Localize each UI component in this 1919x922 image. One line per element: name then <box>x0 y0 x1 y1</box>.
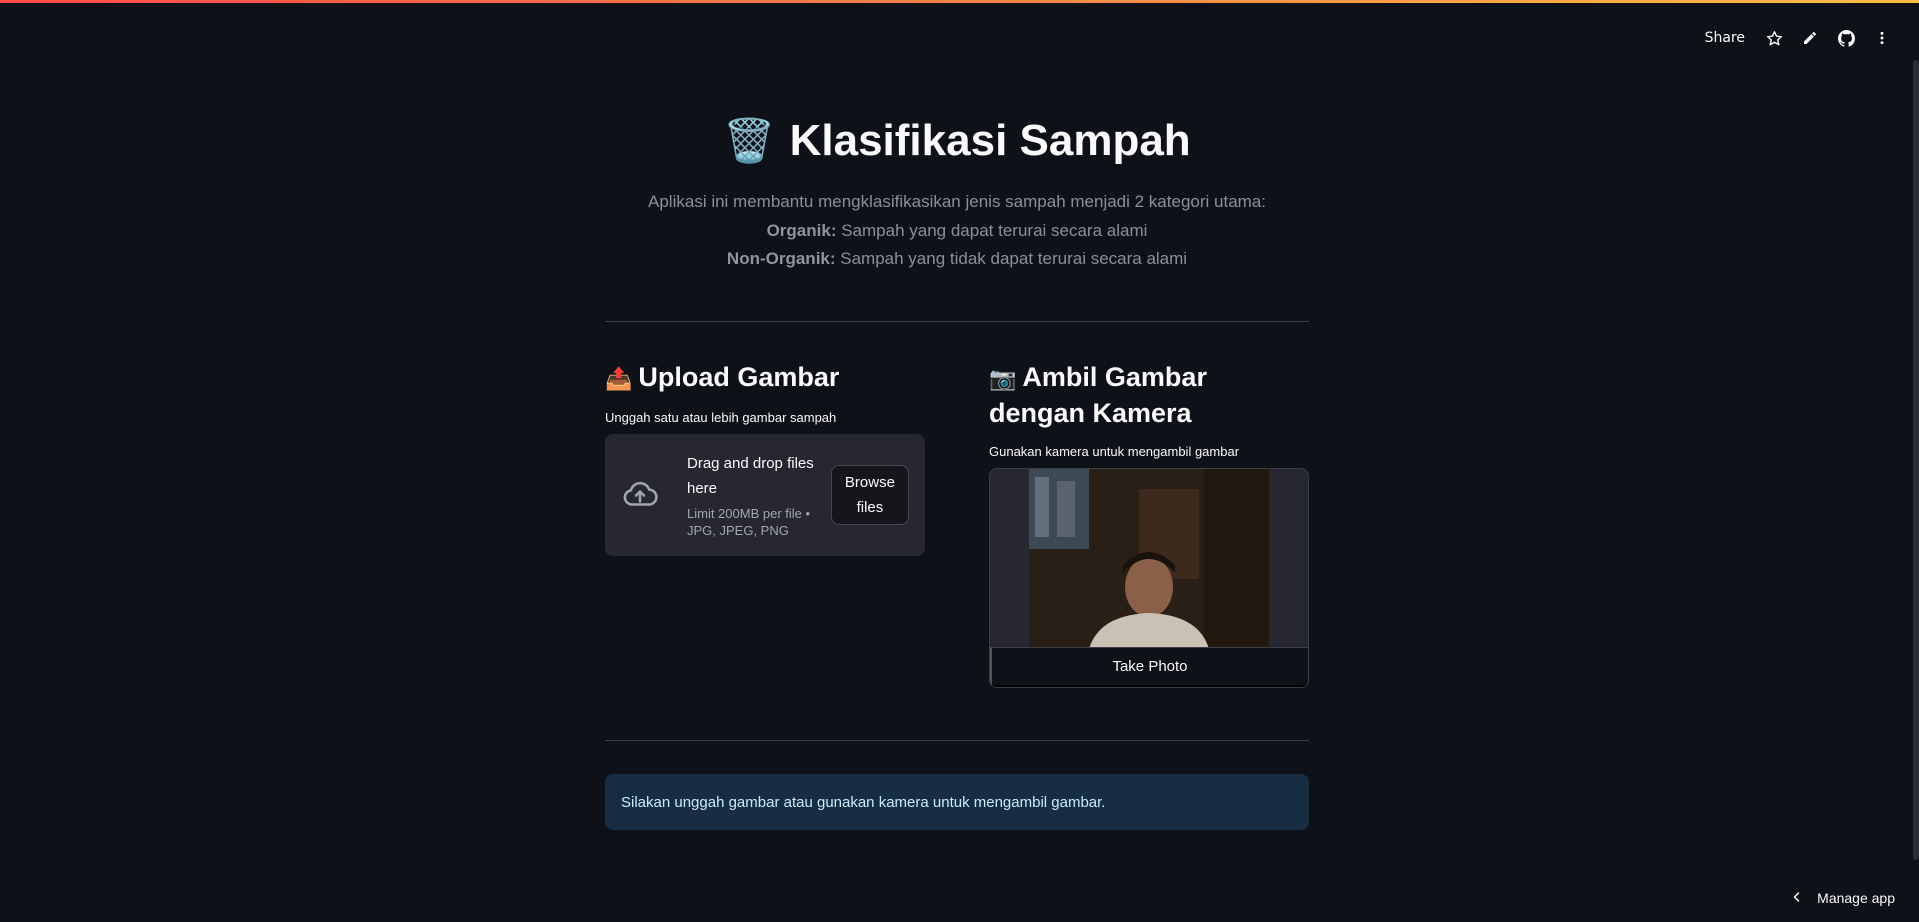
info-alert: Silakan unggah gambar atau gunakan kamer… <box>605 774 1309 830</box>
camera-preview <box>1029 469 1269 649</box>
more-vertical-icon[interactable] <box>1873 29 1891 47</box>
manage-app-label: Manage app <box>1817 890 1895 906</box>
camera-field-label: Gunakan kamera untuk mengambil gambar <box>989 444 1240 459</box>
page-scrollbar[interactable] <box>1913 60 1919 860</box>
take-photo-button[interactable]: Take Photo <box>990 647 1308 687</box>
chevron-left-icon <box>1791 890 1803 906</box>
trash-bin-icon: 🗑️ <box>723 116 776 165</box>
divider-top <box>605 321 1309 322</box>
dropzone-instructions: Drag and drop files here <box>687 455 814 497</box>
nonorganik-label: Non-Organik: <box>726 249 836 268</box>
dropzone-text: Drag and drop files here Limit 200MB per… <box>687 451 823 539</box>
divider-bottom <box>605 740 1309 741</box>
app-description: Aplikasi ini membantu mengklasifikasikan… <box>605 188 1309 274</box>
file-dropzone[interactable]: Drag and drop files here Limit 200MB per… <box>605 434 925 556</box>
github-icon[interactable] <box>1837 29 1855 47</box>
camera-title: Ambil Gambar dengan Kamera <box>989 362 1207 428</box>
app-toolbar: Share <box>1703 24 1891 52</box>
description-organik: Organik: Sampah yang dapat terurai secar… <box>605 217 1309 246</box>
outbox-tray-icon: 📤 <box>605 366 633 391</box>
nonorganik-text: Sampah yang tidak dapat terurai secara a… <box>840 249 1188 268</box>
description-nonorganik: Non-Organik: Sampah yang tidak dapat ter… <box>605 245 1309 274</box>
cloud-upload-icon <box>621 475 659 515</box>
camera-input: Take Photo <box>989 468 1309 688</box>
organik-text: Sampah yang dapat terurai secara alami <box>841 220 1148 240</box>
organik-label: Organik: <box>766 220 837 240</box>
camera-heading: 📷 Ambil Gambar dengan Kamera <box>989 360 1309 430</box>
upload-field-label: Unggah satu atau lebih gambar sampah <box>605 410 837 425</box>
dropzone-limit: Limit 200MB per file • JPG, JPEG, PNG <box>687 506 811 538</box>
description-intro: Aplikasi ini membantu mengklasifikasikan… <box>648 192 1266 211</box>
page-header: 🗑️ Klasifikasi Sampah <box>605 116 1309 166</box>
star-icon[interactable] <box>1765 29 1783 47</box>
pencil-icon[interactable] <box>1801 29 1819 47</box>
info-message: Silakan unggah gambar atau gunakan kamer… <box>621 793 1106 811</box>
top-decoration-bar <box>0 0 1919 3</box>
page-title: Klasifikasi Sampah <box>789 116 1191 165</box>
camera-section: 📷 Ambil Gambar dengan Kamera Gunakan kame… <box>989 360 1309 688</box>
upload-heading: 📤 Upload Gambar <box>605 360 925 396</box>
browse-files-button[interactable]: Browse files <box>830 465 909 525</box>
manage-app-button[interactable]: Manage app <box>1791 890 1895 906</box>
share-button[interactable]: Share <box>1703 28 1747 48</box>
upload-section: 📤 Upload Gambar Unggah satu atau lebih ga… <box>605 360 925 556</box>
camera-icon: 📷 <box>989 366 1017 391</box>
upload-title: Upload Gambar <box>638 362 840 392</box>
